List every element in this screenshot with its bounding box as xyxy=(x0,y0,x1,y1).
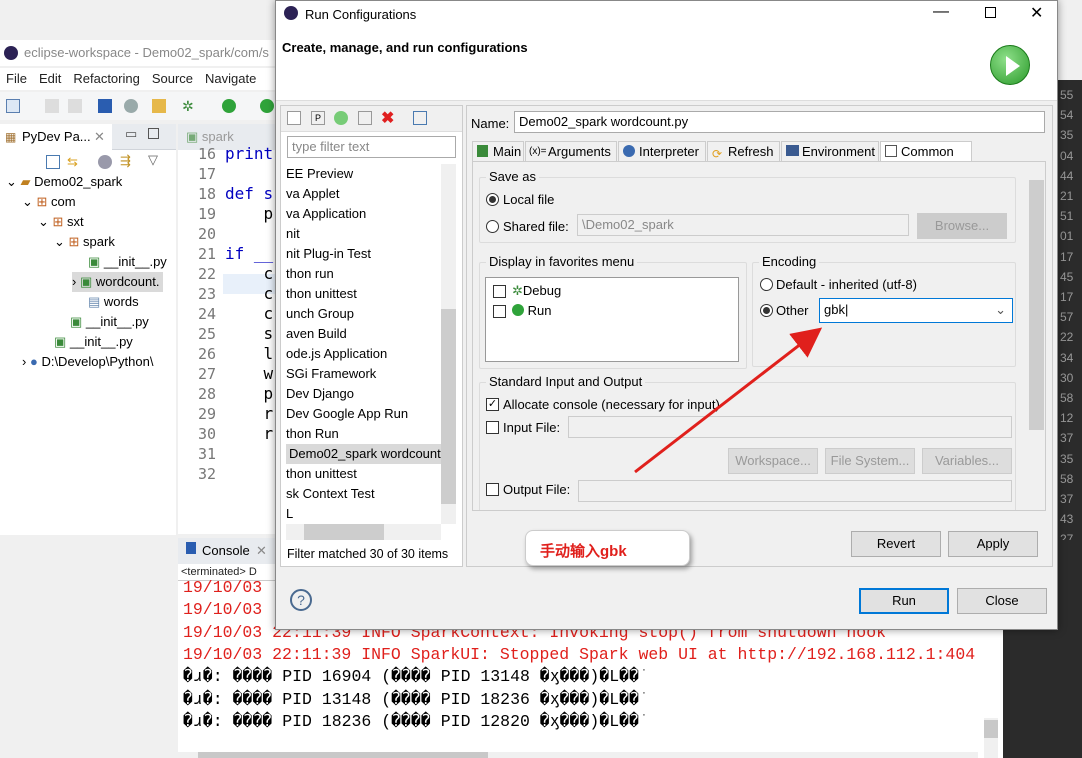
annotation-callout: 手动输入gbk xyxy=(525,530,690,566)
annotation-arrow xyxy=(634,327,823,474)
annotation-text: 手动输入gbk xyxy=(540,543,627,560)
red-arrow xyxy=(634,327,823,474)
